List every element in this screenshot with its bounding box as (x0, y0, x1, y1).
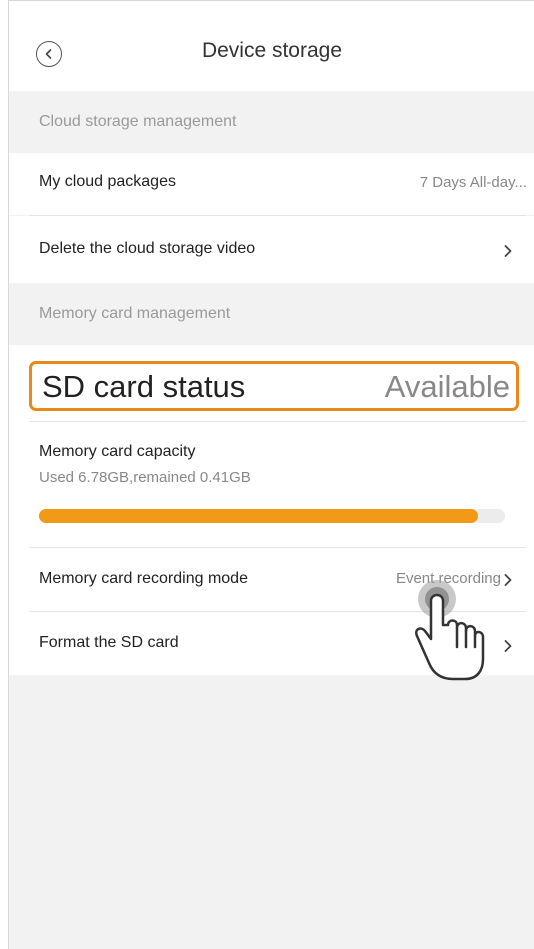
section-cloud-storage: Cloud storage management (9, 91, 534, 153)
sd-card-status-row[interactable]: SD card status Available (29, 361, 519, 411)
recording-mode-value: Event recording (395, 570, 501, 587)
chevron-right-icon (503, 639, 513, 653)
sd-card-status-label: SD card status (42, 369, 246, 404)
divider (29, 421, 526, 422)
header-bar: Device storage (9, 1, 534, 91)
memory-card-capacity-row: Memory card capacity Used 6.78GB,remaine… (9, 441, 534, 486)
device-storage-screen: Device storage Cloud storage management … (8, 0, 534, 949)
recording-mode-row[interactable]: Memory card recording mode Event recordi… (9, 548, 534, 610)
format-sd-card-row[interactable]: Format the SD card (9, 612, 534, 675)
capacity-progress-bar (39, 509, 505, 523)
format-sd-card-label: Format the SD card (39, 634, 179, 651)
page-title: Device storage (201, 39, 343, 62)
chevron-right-icon (503, 573, 513, 587)
chevron-right-icon (503, 244, 513, 258)
capacity-progress-fill (39, 509, 479, 523)
section-memory-card: Memory card management (9, 283, 534, 345)
delete-cloud-video-label: Delete the cloud storage video (39, 240, 256, 257)
sd-card-status-value: Available (384, 369, 510, 404)
my-cloud-packages-value: 7 Days All-day... (419, 174, 527, 191)
memory-card-capacity-detail: Used 6.78GB,remained 0.41GB (39, 469, 251, 486)
my-cloud-packages-row[interactable]: My cloud packages 7 Days All-day... (9, 153, 534, 215)
memory-card-capacity-label: Memory card capacity (39, 443, 196, 460)
my-cloud-packages-label: My cloud packages (39, 173, 176, 190)
delete-cloud-video-row[interactable]: Delete the cloud storage video (9, 216, 534, 283)
recording-mode-label: Memory card recording mode (39, 570, 248, 587)
